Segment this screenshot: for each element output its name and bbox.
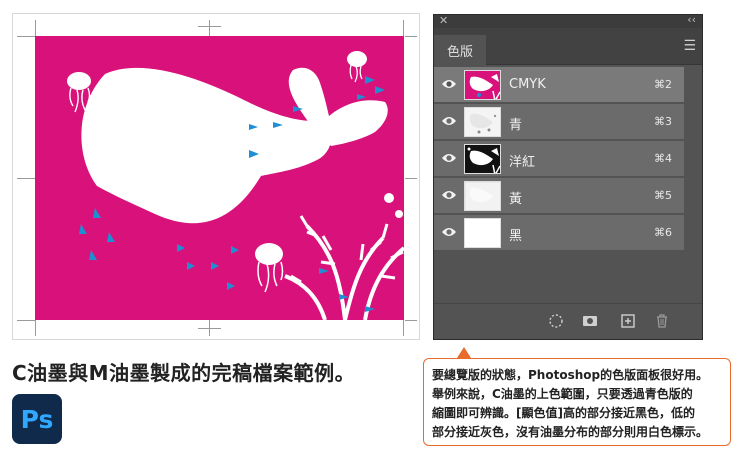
photoshop-logo-icon: Ps bbox=[12, 394, 62, 444]
channel-name: CMYK bbox=[509, 77, 546, 92]
channel-name: 青 bbox=[509, 118, 523, 133]
center-mark bbox=[209, 318, 210, 336]
channel-thumbnail bbox=[464, 70, 501, 100]
new-channel-icon[interactable] bbox=[620, 313, 636, 329]
caption-title: C油墨與M油墨製成的完稿檔案範例。 bbox=[12, 361, 356, 385]
channel-name: 洋紅 bbox=[509, 155, 536, 170]
crop-mark bbox=[405, 36, 417, 37]
trash-icon[interactable] bbox=[654, 313, 670, 329]
tab-channels[interactable]: 色版 bbox=[434, 35, 486, 65]
panel-footer bbox=[434, 303, 702, 339]
crop-mark bbox=[17, 320, 35, 321]
artwork-preview bbox=[12, 13, 420, 340]
crop-mark bbox=[403, 318, 404, 336]
eye-icon[interactable] bbox=[441, 226, 457, 238]
panel-title-bar: ✕ ‹‹ bbox=[434, 13, 702, 28]
channel-row-magenta[interactable]: 洋紅 ⌘4 bbox=[434, 141, 684, 177]
channel-row-cyan[interactable]: 青 ⌘3 bbox=[434, 104, 684, 140]
note-pointer bbox=[457, 347, 471, 358]
channel-thumbnail bbox=[464, 181, 501, 211]
channel-thumbnail bbox=[464, 107, 501, 137]
channel-list: CMYK ⌘2 青 ⌘3 洋紅 ⌘4 黃 ⌘5 黑 ⌘6 bbox=[434, 67, 702, 303]
note-line: 部分接近灰色，沒有油墨分布的部分則用白色標示。 bbox=[432, 425, 709, 439]
eye-icon[interactable] bbox=[441, 189, 457, 201]
channel-name: 黑 bbox=[509, 229, 523, 244]
panel-tab-bar: 色版 ☰ bbox=[434, 28, 702, 65]
channel-name: 黃 bbox=[509, 192, 523, 207]
collapse-icon[interactable]: ‹‹ bbox=[687, 13, 696, 26]
crop-mark bbox=[405, 320, 417, 321]
channel-row-cmyk[interactable]: CMYK ⌘2 bbox=[434, 67, 684, 103]
crop-mark bbox=[17, 36, 35, 37]
close-icon[interactable]: ✕ bbox=[439, 14, 448, 27]
channel-shortcut: ⌘2 bbox=[654, 78, 672, 91]
channel-row-yellow[interactable]: 黃 ⌘5 bbox=[434, 178, 684, 214]
eye-icon[interactable] bbox=[441, 78, 457, 90]
load-selection-icon[interactable] bbox=[548, 313, 564, 329]
channel-thumbnail bbox=[464, 144, 501, 174]
eye-icon[interactable] bbox=[441, 152, 457, 164]
channel-shortcut: ⌘5 bbox=[654, 189, 672, 202]
photoshop-logo-text: Ps bbox=[20, 404, 54, 434]
channel-shortcut: ⌘3 bbox=[654, 115, 672, 128]
center-mark bbox=[17, 178, 35, 179]
channel-shortcut: ⌘4 bbox=[654, 152, 672, 165]
whale-illustration bbox=[35, 36, 404, 320]
channel-shortcut: ⌘6 bbox=[654, 226, 672, 239]
channel-thumbnail bbox=[464, 218, 501, 248]
note-line: 縮圖即可辨識。[顯色值]高的部分接近黑色，低的 bbox=[432, 406, 695, 420]
crop-mark bbox=[35, 318, 36, 336]
center-mark bbox=[198, 328, 221, 329]
channel-row-black[interactable]: 黑 ⌘6 bbox=[434, 215, 684, 251]
note-line: 舉例來說，C油墨的上色範圍，只要透過青色版的 bbox=[432, 387, 693, 401]
explanation-note: 要總覽版的狀態，Photoshop的色版面板很好用。 舉例來說，C油墨的上色範圍… bbox=[423, 358, 731, 446]
center-mark bbox=[198, 26, 221, 27]
save-selection-icon[interactable] bbox=[582, 313, 598, 329]
eye-icon[interactable] bbox=[441, 115, 457, 127]
center-mark bbox=[405, 178, 417, 179]
channels-panel: ✕ ‹‹ 色版 ☰ CMYK ⌘2 青 ⌘3 洋紅 ⌘4 黃 ⌘5 黑 ⌘6 bbox=[433, 13, 703, 340]
panel-menu-icon[interactable]: ☰ bbox=[683, 38, 696, 54]
note-line: 要總覽版的狀態，Photoshop的色版面板很好用。 bbox=[432, 368, 709, 382]
